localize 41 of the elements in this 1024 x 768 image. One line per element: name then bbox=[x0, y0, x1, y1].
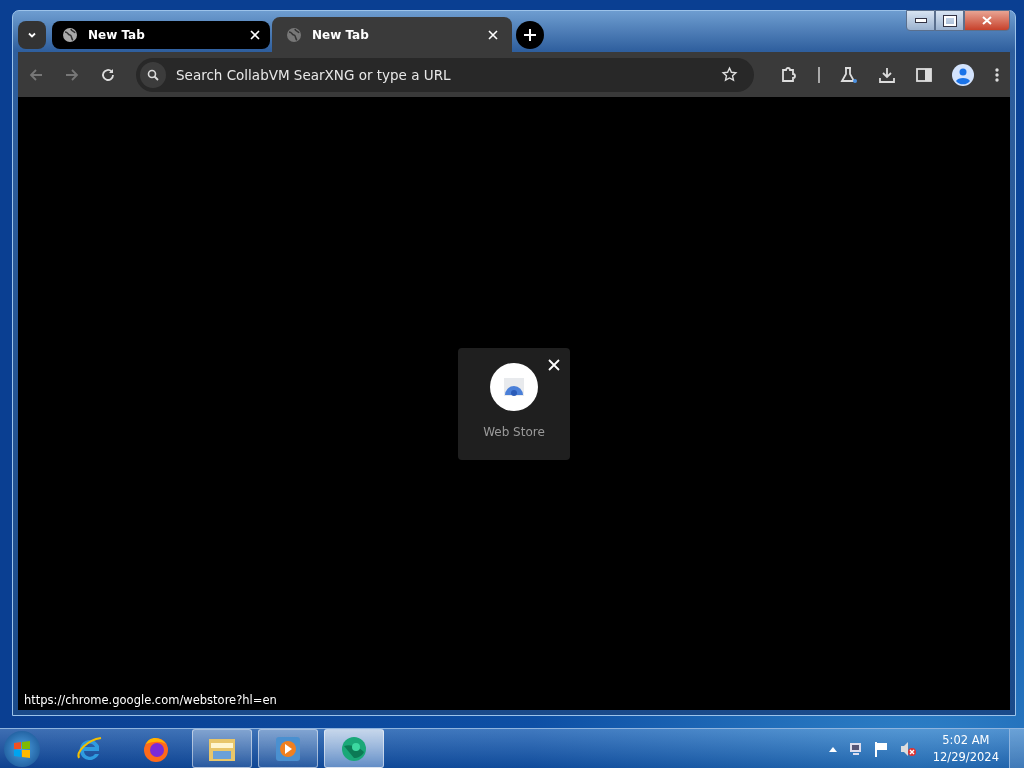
close-icon[interactable] bbox=[548, 358, 560, 371]
search-icon bbox=[147, 68, 159, 81]
windows-logo-icon bbox=[12, 738, 32, 759]
close-icon bbox=[982, 16, 992, 25]
back-icon[interactable] bbox=[28, 66, 44, 83]
shortcut-tile[interactable]: Web Store bbox=[458, 347, 570, 460]
reload-icon[interactable] bbox=[100, 66, 116, 83]
new-tab-button[interactable] bbox=[516, 21, 544, 49]
star-icon[interactable] bbox=[721, 66, 738, 83]
browser-tab[interactable]: New Tab bbox=[272, 17, 512, 52]
taskbar-button[interactable] bbox=[324, 729, 384, 768]
maximize-button[interactable] bbox=[935, 10, 964, 31]
play-icon bbox=[274, 734, 302, 763]
muted-speaker-icon[interactable] bbox=[898, 740, 917, 757]
globe-icon bbox=[286, 26, 302, 43]
shortcut-label: Web Store bbox=[483, 424, 545, 439]
browser-tab[interactable]: New Tab bbox=[52, 21, 270, 49]
plus-icon bbox=[524, 29, 536, 41]
close-icon[interactable] bbox=[250, 30, 260, 40]
tab-title: New Tab bbox=[312, 27, 370, 42]
globe-icon bbox=[62, 27, 78, 43]
download-icon[interactable] bbox=[878, 65, 896, 84]
flag-icon[interactable] bbox=[872, 740, 889, 757]
taskbar-button[interactable] bbox=[192, 729, 252, 768]
clock-date: 12/29/2024 bbox=[932, 748, 999, 766]
start-button[interactable] bbox=[4, 730, 40, 767]
tab-search-button[interactable] bbox=[18, 21, 46, 49]
close-icon[interactable] bbox=[488, 29, 498, 40]
minimize-button[interactable] bbox=[906, 10, 935, 31]
menu-icon[interactable] bbox=[994, 66, 1000, 83]
profile-icon[interactable] bbox=[952, 63, 974, 86]
puzzle-icon[interactable] bbox=[780, 65, 798, 84]
forward-icon[interactable] bbox=[64, 66, 80, 83]
tab-title: New Tab bbox=[88, 28, 146, 42]
close-button[interactable] bbox=[964, 10, 1010, 31]
side-panel-icon[interactable] bbox=[916, 66, 932, 83]
taskbar-button[interactable] bbox=[258, 729, 318, 768]
caret-up-icon[interactable] bbox=[828, 745, 837, 752]
clock-time: 5:02 AM bbox=[942, 731, 990, 749]
flask-icon[interactable] bbox=[840, 65, 858, 84]
address-bar[interactable]: Search CollabVM SearXNG or type a URL bbox=[136, 57, 754, 92]
